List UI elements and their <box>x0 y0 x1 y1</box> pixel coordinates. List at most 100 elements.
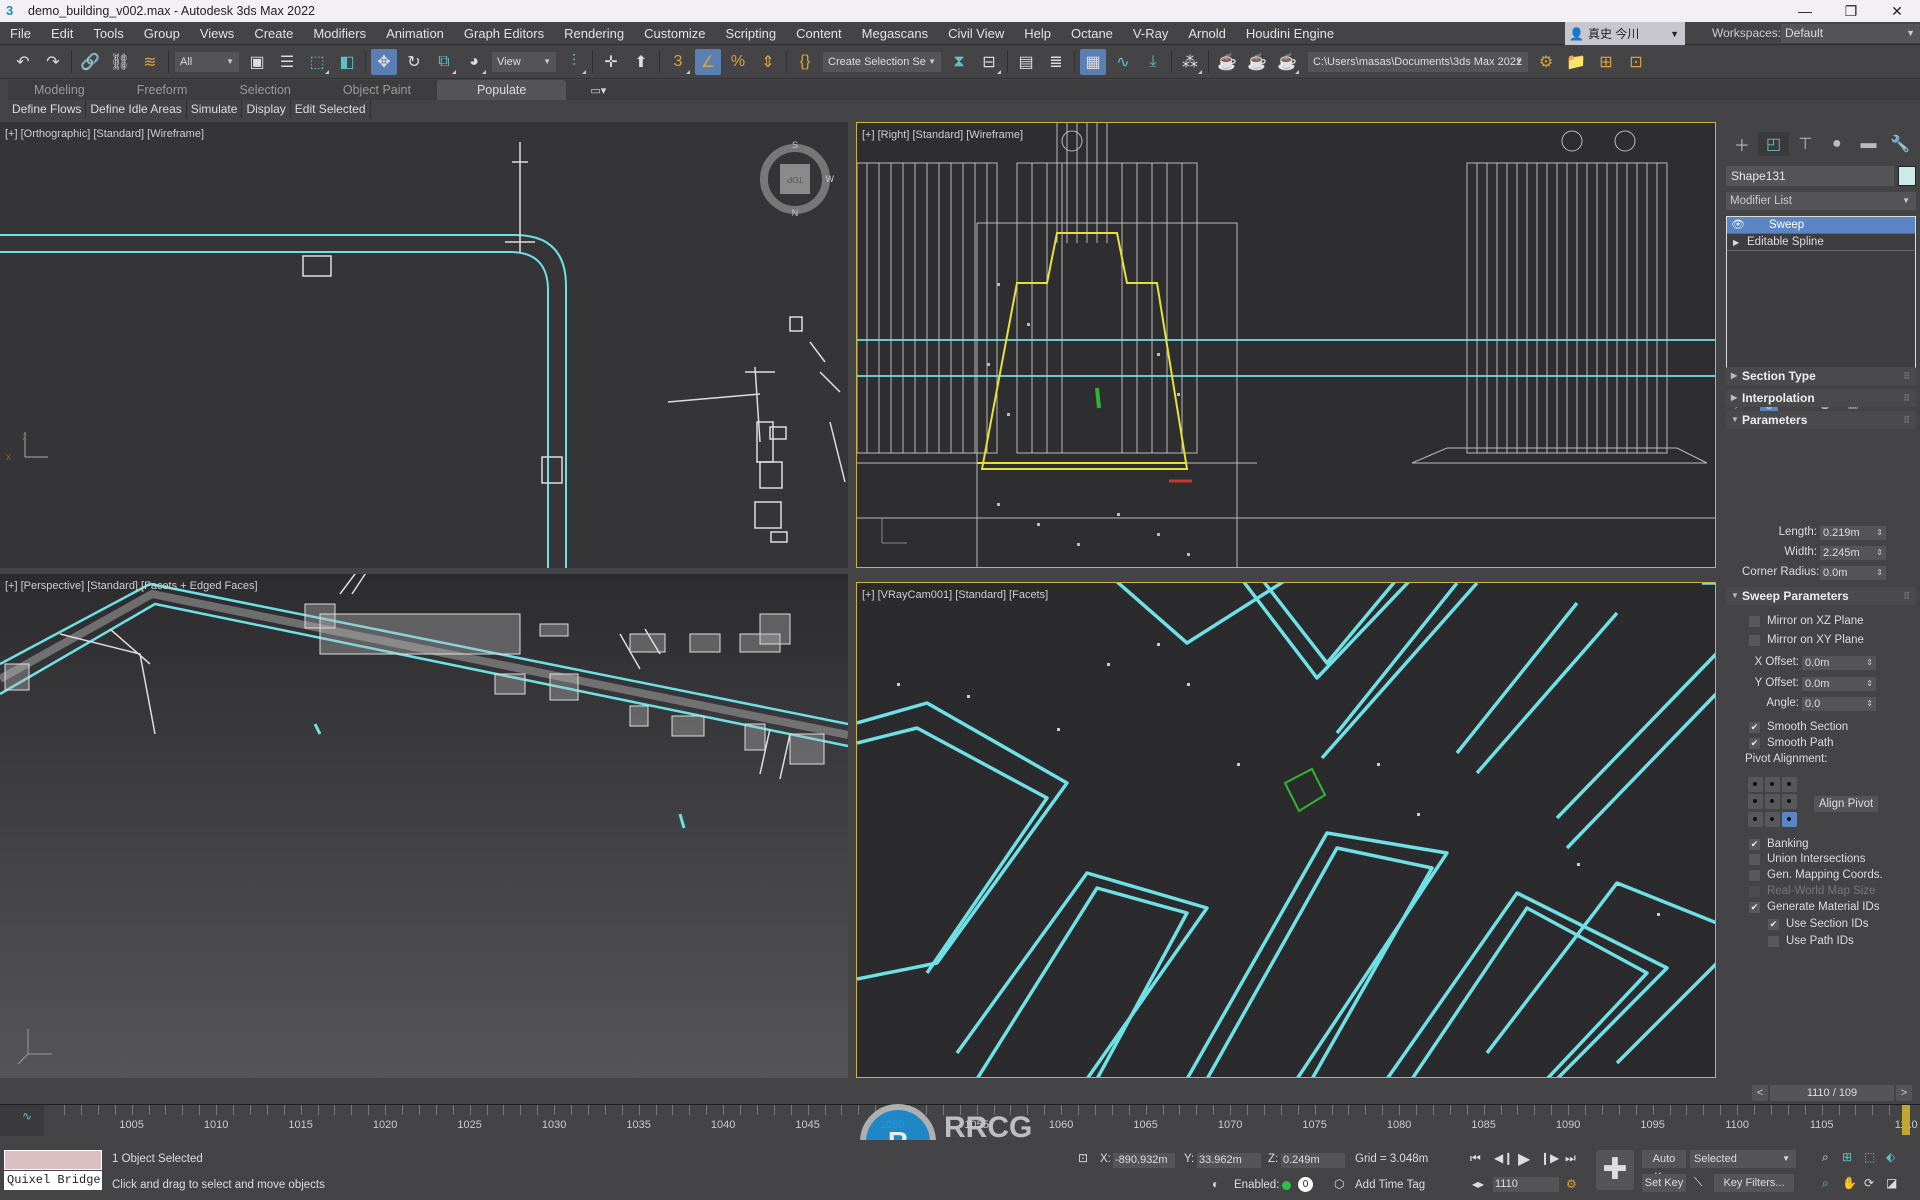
bind-space-warp-icon[interactable]: ≋ <box>137 49 163 75</box>
banking-checkbox[interactable]: ✔ Banking <box>1749 838 1809 850</box>
generate-material-ids-checkbox[interactable]: ✔ Generate Material IDs <box>1749 901 1880 913</box>
pivot-bottom-left[interactable] <box>1748 811 1763 827</box>
length-spinner[interactable]: 0.219m ⇕ <box>1820 526 1886 540</box>
zoom-all-icon[interactable]: ⊞ <box>1842 1150 1852 1164</box>
time-slider-frame-display[interactable]: 1110 / 109 <box>1770 1085 1894 1101</box>
menu-edit[interactable]: Edit <box>41 22 83 45</box>
time-slider-handle[interactable] <box>1902 1105 1911 1135</box>
checkbox-box[interactable] <box>1749 634 1760 646</box>
menu-customize[interactable]: Customize <box>634 22 715 45</box>
viewport-vraycam[interactable]: [+] [VRayCam001] [Standard] [Facets] <box>856 582 1716 1078</box>
maximize-viewport-icon[interactable]: ◪ <box>1886 1176 1897 1190</box>
menu-houdini-engine[interactable]: Houdini Engine <box>1236 22 1344 45</box>
edit-named-selection-icon[interactable]: {} <box>792 49 818 75</box>
next-frame-button[interactable]: > <box>1896 1085 1912 1101</box>
stack-item-sweep[interactable]: 👁 Sweep <box>1727 217 1915 234</box>
menu-megascans[interactable]: Megascans <box>852 22 938 45</box>
key-mode-toggle-icon[interactable]: ◂▸ <box>1472 1177 1484 1191</box>
previous-frame-button[interactable]: < <box>1752 1085 1768 1101</box>
viewcube[interactable]: TOP S N W <box>760 140 834 218</box>
rectangular-selection-icon[interactable]: ⬚ <box>304 49 330 75</box>
create-tab-icon[interactable]: ＋ <box>1726 132 1758 156</box>
hierarchy-tab-icon[interactable]: ⊤ <box>1789 132 1821 156</box>
edit-selected-button[interactable]: Edit Selected <box>291 100 371 118</box>
menu-create[interactable]: Create <box>244 22 303 45</box>
eye-icon[interactable]: 👁 <box>1731 217 1745 234</box>
viewport-label[interactable]: [+] [Perspective] [Standard] [Facets + E… <box>5 580 258 592</box>
viewcube-face[interactable]: TOP <box>780 164 810 194</box>
workspaces-dropdown[interactable]: Default ▼ <box>1781 24 1920 43</box>
unlink-icon[interactable]: ⛓ <box>107 49 133 75</box>
rollout-parameters[interactable]: ▼ Parameters ⠿ <box>1726 411 1916 429</box>
spinner-snap-icon[interactable]: ⇕ <box>755 49 781 75</box>
select-by-name-icon[interactable]: ☰ <box>274 49 300 75</box>
simulate-button[interactable]: Simulate <box>187 100 243 118</box>
checkbox-box[interactable] <box>1749 869 1760 881</box>
project-folder-icon[interactable]: 📁 <box>1563 49 1589 75</box>
minimize-button[interactable]: — <box>1782 0 1828 22</box>
zoom-extents-all-icon[interactable]: ⬖ <box>1886 1150 1895 1164</box>
use-section-ids-checkbox[interactable]: ✔ Use Section IDs <box>1768 918 1868 930</box>
key-tangent-icon[interactable]: ⟍ <box>1694 1175 1702 1190</box>
maxscript-listener-mini[interactable] <box>4 1150 102 1170</box>
go-to-start-icon[interactable]: ⏮ <box>1470 1151 1481 1166</box>
checkbox-box[interactable] <box>1749 615 1760 627</box>
pivot-top-left[interactable] <box>1748 777 1763 792</box>
project-path-dropdown[interactable]: C:\Users\masas\Documents\3ds Max 2022 ▼ <box>1308 52 1528 72</box>
utilities-tab-icon[interactable]: 🔧 <box>1884 132 1916 156</box>
pivot-bottom-center[interactable] <box>1765 811 1780 827</box>
menu-group[interactable]: Group <box>134 22 190 45</box>
checkbox-box[interactable] <box>1749 853 1760 865</box>
union-intersections-checkbox[interactable]: Union Intersections <box>1749 853 1865 865</box>
curve-editor-icon[interactable]: ∿ <box>1110 49 1136 75</box>
x-offset-spinner[interactable]: 0.0m ⇕ <box>1802 656 1876 670</box>
corner-radius-spinner[interactable]: 0.0m ⇕ <box>1820 566 1886 580</box>
pivot-middle-left[interactable] <box>1748 794 1763 810</box>
z-coordinate-field[interactable]: 0.249m <box>1281 1153 1345 1168</box>
go-to-end-icon[interactable]: ⏭ <box>1565 1151 1576 1166</box>
y-offset-spinner[interactable]: 0.0m ⇕ <box>1802 677 1876 691</box>
modify-tab-icon[interactable]: ◰ <box>1757 132 1790 156</box>
modifier-list-dropdown[interactable]: Modifier List ▼ <box>1726 192 1916 210</box>
spinner-arrows-icon[interactable]: ⇕ <box>1876 546 1883 560</box>
spinner-arrows-icon[interactable]: ⇕ <box>1876 526 1883 540</box>
rendered-frame-window-icon[interactable]: ☕ <box>1244 49 1270 75</box>
checkbox-box[interactable]: ✔ <box>1749 901 1760 913</box>
spinner-arrows-icon[interactable]: ⇕ <box>1876 566 1883 580</box>
reference-coord-dropdown[interactable]: View ▼ <box>492 52 556 72</box>
object-color-swatch[interactable] <box>1898 166 1916 186</box>
maximize-button[interactable]: ❐ <box>1828 0 1874 22</box>
play-icon[interactable]: ▶ <box>1518 1149 1530 1169</box>
align-pivot-button[interactable]: Align Pivot <box>1814 796 1878 812</box>
viewport-orthographic[interactable]: z x [+] [Orthographic] [Standard] [Wiref… <box>0 122 848 568</box>
menu-help[interactable]: Help <box>1014 22 1061 45</box>
schematic-view-icon[interactable]: ⁂ <box>1177 49 1203 75</box>
y-coordinate-field[interactable]: 33.962m <box>1197 1153 1261 1168</box>
object-name-field[interactable]: Shape131 <box>1726 166 1894 186</box>
zoom-region-icon[interactable]: ⌕ <box>1822 1176 1829 1191</box>
stack-item-editable-spline[interactable]: ▶ Editable Spline <box>1727 234 1915 251</box>
viewport-label[interactable]: [+] [VRayCam001] [Standard] [Facets] <box>862 589 1048 601</box>
define-idle-areas-button[interactable]: Define Idle Areas <box>86 100 187 118</box>
menu-modifiers[interactable]: Modifiers <box>303 22 376 45</box>
close-button[interactable]: ✕ <box>1874 0 1920 22</box>
checkbox-box[interactable]: ✔ <box>1768 918 1779 930</box>
pivot-center[interactable] <box>1765 794 1780 810</box>
absolute-mode-icon[interactable]: ⊡ <box>1078 1151 1088 1165</box>
scale-icon[interactable]: ⧉ <box>431 49 457 75</box>
select-object-icon[interactable]: ▣ <box>244 49 270 75</box>
quixel-bridge-field[interactable]: Quixel Bridge <box>4 1171 102 1190</box>
mini-curve-editor-icon[interactable]: ∿ <box>22 1109 32 1123</box>
width-spinner[interactable]: 2.245m ⇕ <box>1820 546 1886 560</box>
selection-filter-dropdown[interactable]: All ▼ <box>175 52 239 72</box>
link-icon[interactable]: 🔗 <box>77 49 103 75</box>
viewport-right[interactable]: [+] [Right] [Standard] [Wireframe] <box>856 122 1716 568</box>
snaps-3d-icon[interactable]: 3 <box>665 49 691 75</box>
spinner-arrows-icon[interactable]: ⇕ <box>1866 656 1873 670</box>
zoom-extents-icon[interactable]: ⬚ <box>1864 1150 1875 1164</box>
ribbon-options-icon[interactable]: ▭▾ <box>590 84 606 97</box>
next-key-icon[interactable]: ❙▶ <box>1540 1151 1559 1165</box>
tab-populate[interactable]: Populate <box>436 80 567 100</box>
keyboard-shortcut-override-icon[interactable]: ✛ <box>598 49 624 75</box>
expand-triangle-icon[interactable]: ▶ <box>1733 234 1739 251</box>
